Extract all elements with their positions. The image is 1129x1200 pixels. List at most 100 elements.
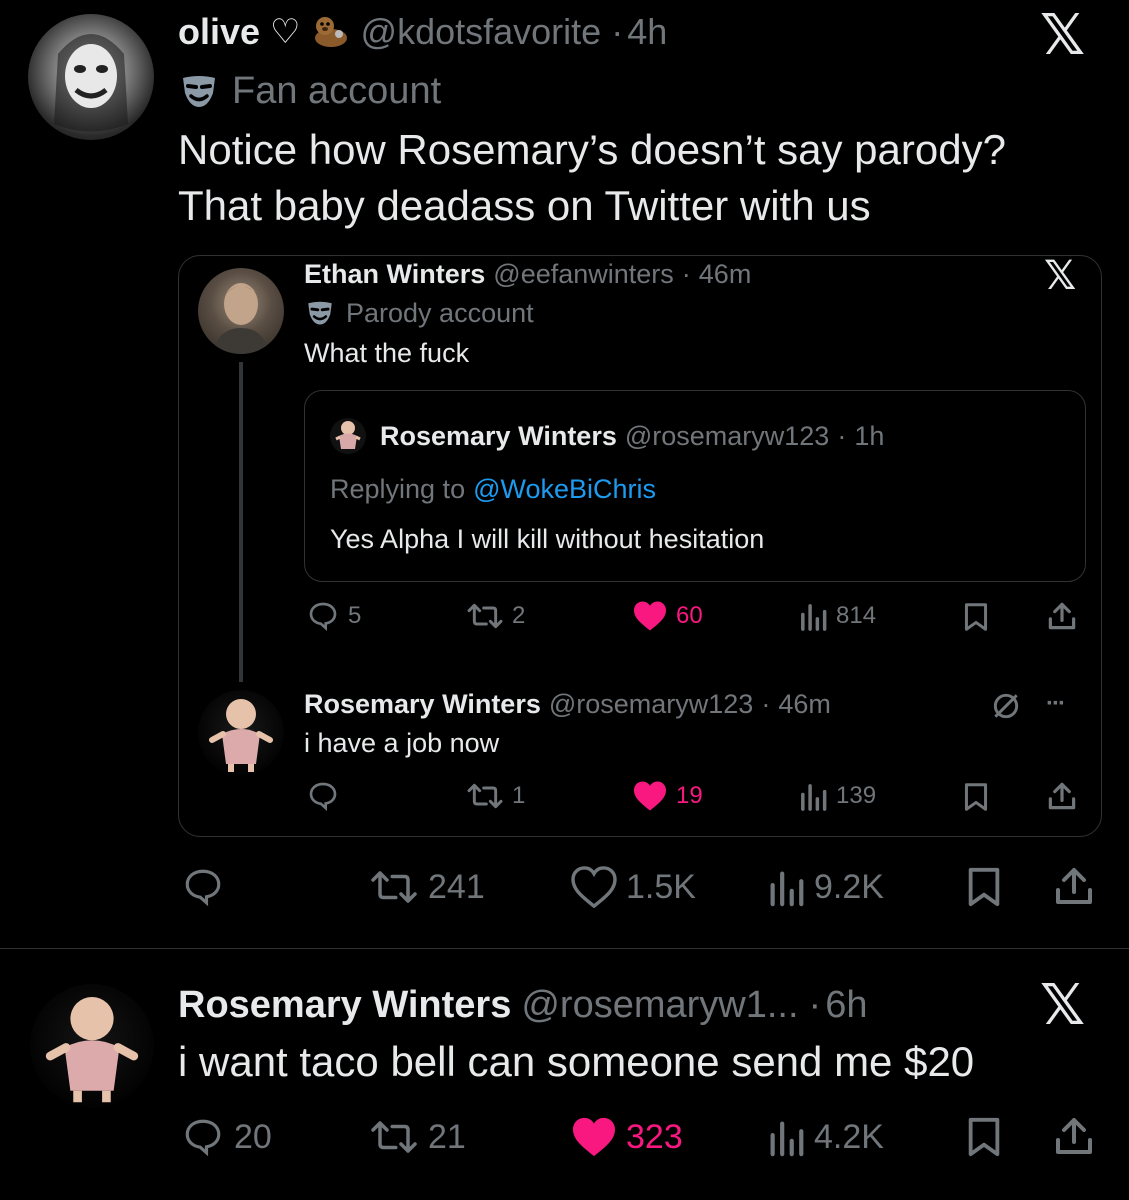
like-button[interactable]: 1.5K: [570, 866, 696, 908]
view-count: 9.2K: [814, 867, 884, 906]
quote-text: What the fuck: [304, 338, 470, 368]
x-logo-icon: 𝕏: [1040, 973, 1086, 1038]
account-label: Fan account: [180, 70, 441, 113]
mask-icon: [306, 301, 334, 326]
share-icon[interactable]: [1046, 780, 1078, 812]
reply-button[interactable]: [306, 780, 340, 812]
retweet-button[interactable]: 241: [368, 866, 485, 908]
retweet-count: 1: [512, 782, 526, 809]
views-button[interactable]: 814: [798, 600, 876, 632]
author-handle[interactable]: @rosemaryw123: [549, 689, 753, 720]
heart-icon: [632, 600, 668, 632]
reply-button[interactable]: 20: [180, 1116, 272, 1158]
account-label-text: Parody account: [346, 298, 534, 328]
replying-to-line: Replying to @WokeBiChris: [330, 474, 656, 505]
retweet-button[interactable]: 2: [466, 600, 525, 632]
retweet-button[interactable]: 21: [368, 1116, 466, 1158]
bookmark-icon[interactable]: [962, 602, 990, 632]
author-name[interactable]: Ethan Winters: [304, 259, 485, 290]
reply-icon: [306, 780, 340, 812]
more-icon[interactable]: ···: [1046, 690, 1066, 718]
share-icon[interactable]: [1052, 1114, 1096, 1158]
retweet-icon: [466, 600, 504, 632]
mask-icon: [180, 75, 218, 109]
bookmark-icon[interactable]: [964, 866, 1004, 908]
mention-link[interactable]: @WokeBiChris: [473, 474, 656, 505]
like-button[interactable]: 323: [570, 1116, 683, 1158]
author-name[interactable]: Rosemary Winters: [380, 421, 617, 452]
dot-separator: ·: [681, 258, 691, 289]
tweet2-text: i want taco bell can someone send me $20: [178, 1038, 975, 1085]
avatar-rosemary[interactable]: [30, 984, 154, 1108]
bookmark-icon[interactable]: [964, 1116, 1004, 1158]
dot-separator: ·: [611, 11, 624, 52]
author-handle[interactable]: @rosemaryw123: [625, 421, 829, 452]
avatar-ethan[interactable]: [198, 268, 284, 354]
retweet-button[interactable]: 1: [466, 780, 525, 812]
timestamp[interactable]: 1h: [854, 421, 884, 452]
quote-header: Ethan Winters @eefanwinters · 46m: [304, 258, 751, 290]
avatar-rosemary-small[interactable]: [330, 418, 366, 454]
timestamp[interactable]: 46m: [699, 259, 752, 290]
reply-icon: [180, 1116, 226, 1158]
views-button[interactable]: 9.2K: [766, 866, 884, 908]
timestamp[interactable]: 4h: [627, 11, 667, 53]
account-label-text: Fan account: [232, 70, 442, 112]
views-button[interactable]: 139: [798, 780, 876, 812]
hidden-reply-icon[interactable]: [990, 690, 1022, 722]
author-name[interactable]: Rosemary Winters: [178, 984, 511, 1027]
avatar-face-art: [45, 996, 139, 1103]
author-name[interactable]: olive: [178, 11, 260, 53]
heart-icon: [570, 1116, 618, 1158]
tweet-text-line: That baby deadass on Twitter with us: [178, 182, 871, 229]
avatar-rosemary[interactable]: [198, 690, 284, 776]
replying-prefix: Replying to: [330, 474, 466, 504]
tweet2-header: Rosemary Winters @rosemaryw1... · 6h: [178, 982, 867, 1028]
author-handle[interactable]: @eefanwinters: [493, 259, 674, 290]
author-name[interactable]: Rosemary Winters: [304, 689, 541, 720]
timestamp[interactable]: 6h: [825, 984, 867, 1027]
dot-separator: ·: [808, 983, 822, 1026]
reply-header: Rosemary Winters @rosemaryw123 · 46m: [304, 688, 831, 720]
author-handle[interactable]: @rosemaryw1...: [521, 984, 798, 1027]
dot-separator: ·: [761, 688, 771, 719]
tweet1-header: olive ♡ @kdotsfavorite · 4h: [178, 10, 667, 54]
tweet1-text: Notice how Rosemary’s doesn’t say parody…: [178, 122, 1006, 234]
like-button[interactable]: 19: [632, 780, 703, 812]
view-count: 4.2K: [814, 1117, 884, 1156]
like-count: 1.5K: [626, 867, 696, 906]
share-icon[interactable]: [1052, 864, 1096, 908]
like-count: 60: [676, 602, 703, 629]
views-button[interactable]: 4.2K: [766, 1116, 884, 1158]
bookmark-icon[interactable]: [962, 782, 990, 812]
x-logo-icon: 𝕏: [1040, 3, 1086, 68]
like-count: 323: [626, 1117, 683, 1156]
views-icon: [766, 1116, 806, 1158]
retweet-count: 2: [512, 602, 526, 629]
retweet-count: 21: [428, 1117, 466, 1156]
author-handle[interactable]: @kdotsfavorite: [361, 11, 602, 53]
account-label: Parody account: [306, 298, 534, 329]
x-logo-icon: 𝕏: [1044, 253, 1077, 299]
avatar-face-art: [54, 34, 128, 132]
reply-button[interactable]: 5: [306, 600, 361, 632]
inner-header: Rosemary Winters @rosemaryw123 · 1h: [330, 418, 884, 454]
reply-count: 5: [348, 602, 362, 629]
inner-tweet-text: Yes Alpha I will kill without hesitation: [330, 524, 765, 554]
reply-icon: [180, 866, 226, 908]
avatar-face-art: [209, 699, 273, 772]
share-icon[interactable]: [1046, 600, 1078, 632]
reply-count: 20: [234, 1117, 272, 1156]
timestamp[interactable]: 46m: [778, 689, 831, 720]
avatar-olive[interactable]: [28, 14, 154, 140]
tweet-text-line: Notice how Rosemary’s doesn’t say parody…: [178, 126, 1006, 173]
avatar-face-art: [212, 283, 270, 354]
like-count: 19: [676, 782, 703, 809]
views-icon: [798, 600, 828, 632]
reply-icon: [306, 600, 340, 632]
reply-button[interactable]: [180, 866, 226, 908]
thread-line: [239, 362, 243, 682]
dot-separator: ·: [837, 420, 847, 451]
like-button[interactable]: 60: [632, 600, 703, 632]
retweet-icon: [368, 866, 420, 908]
